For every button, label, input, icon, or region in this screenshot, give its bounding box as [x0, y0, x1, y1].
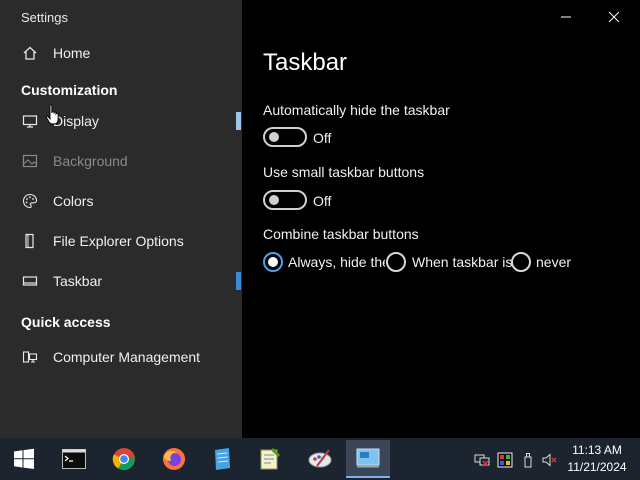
- autohide-toggle[interactable]: [263, 127, 307, 147]
- hand-cursor-icon: [45, 104, 59, 125]
- system-clock[interactable]: 11:13 AM 11/21/2024: [562, 442, 632, 476]
- autohide-label: Automatically hide the taskbar: [263, 102, 450, 118]
- monitor-icon: [21, 112, 39, 130]
- minimize-icon: [561, 16, 571, 18]
- section-heading-quick-access: Quick access: [21, 314, 111, 330]
- settings-app-icon: [356, 448, 380, 468]
- taskbar-terminal[interactable]: [52, 442, 96, 476]
- selected-indicator: [236, 272, 241, 290]
- sidebar-item-label: Background: [53, 153, 128, 169]
- paint-icon: [308, 449, 332, 468]
- combine-option-always-label[interactable]: Always, hide the: [288, 254, 385, 270]
- toggle-knob: [269, 132, 279, 142]
- taskbar-settings-app[interactable]: [346, 440, 390, 478]
- combine-option-when-full-label[interactable]: When taskbar is: [412, 254, 512, 270]
- clock-time: 11:13 AM: [572, 443, 622, 457]
- firefox-icon: [163, 448, 185, 470]
- toggle-knob: [269, 195, 279, 205]
- chrome-icon: [112, 448, 135, 471]
- close-button[interactable]: [592, 2, 636, 32]
- sidebar-item-label: Home: [53, 45, 91, 61]
- start-button[interactable]: [2, 442, 46, 476]
- taskbar-icon: [21, 272, 39, 290]
- page-title: Taskbar: [263, 49, 348, 76]
- sidebar-item-label: Colors: [53, 193, 94, 209]
- sidebar-item-file-explorer-options[interactable]: File Explorer Options: [0, 223, 242, 259]
- document-icon: [21, 232, 39, 250]
- home-icon: [21, 44, 39, 62]
- windows-taskbar: 11:13 AM 11/21/2024: [0, 438, 640, 480]
- sidebar-item-colors[interactable]: Colors: [0, 183, 242, 219]
- settings-sidebar: Settings Home Customization Display Back…: [0, 0, 242, 438]
- combine-radio-group: Always, hide the When taskbar is never: [263, 251, 640, 273]
- combine-option-when-full-radio[interactable]: [386, 252, 406, 272]
- notepad-icon: [215, 448, 230, 470]
- notepad-plus-icon: [260, 447, 281, 470]
- windows-logo-icon: [14, 448, 34, 469]
- sidebar-item-display[interactable]: Display: [0, 103, 242, 139]
- sidebar-item-home[interactable]: Home: [0, 35, 242, 71]
- close-icon: [608, 11, 620, 23]
- taskbar-paint[interactable]: [298, 442, 342, 476]
- network-icon[interactable]: [474, 452, 490, 468]
- sidebar-item-label: File Explorer Options: [53, 233, 184, 249]
- picture-icon: [21, 152, 39, 170]
- sidebar-item-label: Taskbar: [53, 273, 103, 289]
- small-buttons-state: Off: [313, 193, 332, 209]
- sidebar-item-computer-management[interactable]: Computer Management: [0, 339, 242, 375]
- volume-muted-icon[interactable]: [542, 452, 558, 468]
- taskbar-chrome[interactable]: [102, 442, 146, 476]
- app-title: Settings: [21, 10, 68, 25]
- combine-label: Combine taskbar buttons: [263, 226, 419, 242]
- usb-drive-icon[interactable]: [520, 452, 536, 468]
- color-app-icon[interactable]: [497, 452, 513, 468]
- section-heading-customization: Customization: [21, 82, 118, 98]
- taskbar-firefox[interactable]: [152, 442, 196, 476]
- combine-option-never-label[interactable]: never: [536, 254, 596, 270]
- autohide-state: Off: [313, 130, 332, 146]
- sidebar-item-label: Computer Management: [53, 349, 201, 365]
- taskbar-notepad-plus[interactable]: [248, 442, 292, 476]
- taskbar-notepad[interactable]: [200, 442, 244, 476]
- terminal-icon: [62, 449, 86, 469]
- computer-management-icon: [21, 348, 39, 366]
- sidebar-item-background[interactable]: Background: [0, 143, 242, 179]
- palette-icon: [21, 192, 39, 210]
- clock-date: 11/21/2024: [567, 460, 627, 474]
- combine-option-never-radio[interactable]: [511, 252, 531, 272]
- small-buttons-label: Use small taskbar buttons: [263, 164, 425, 180]
- settings-content: Taskbar Automatically hide the taskbar O…: [242, 0, 640, 438]
- small-buttons-toggle[interactable]: [263, 190, 307, 210]
- sidebar-item-taskbar[interactable]: Taskbar: [0, 263, 242, 299]
- combine-option-always-radio[interactable]: [263, 252, 283, 272]
- minimize-button[interactable]: [544, 2, 588, 32]
- scroll-indicator: [236, 112, 241, 130]
